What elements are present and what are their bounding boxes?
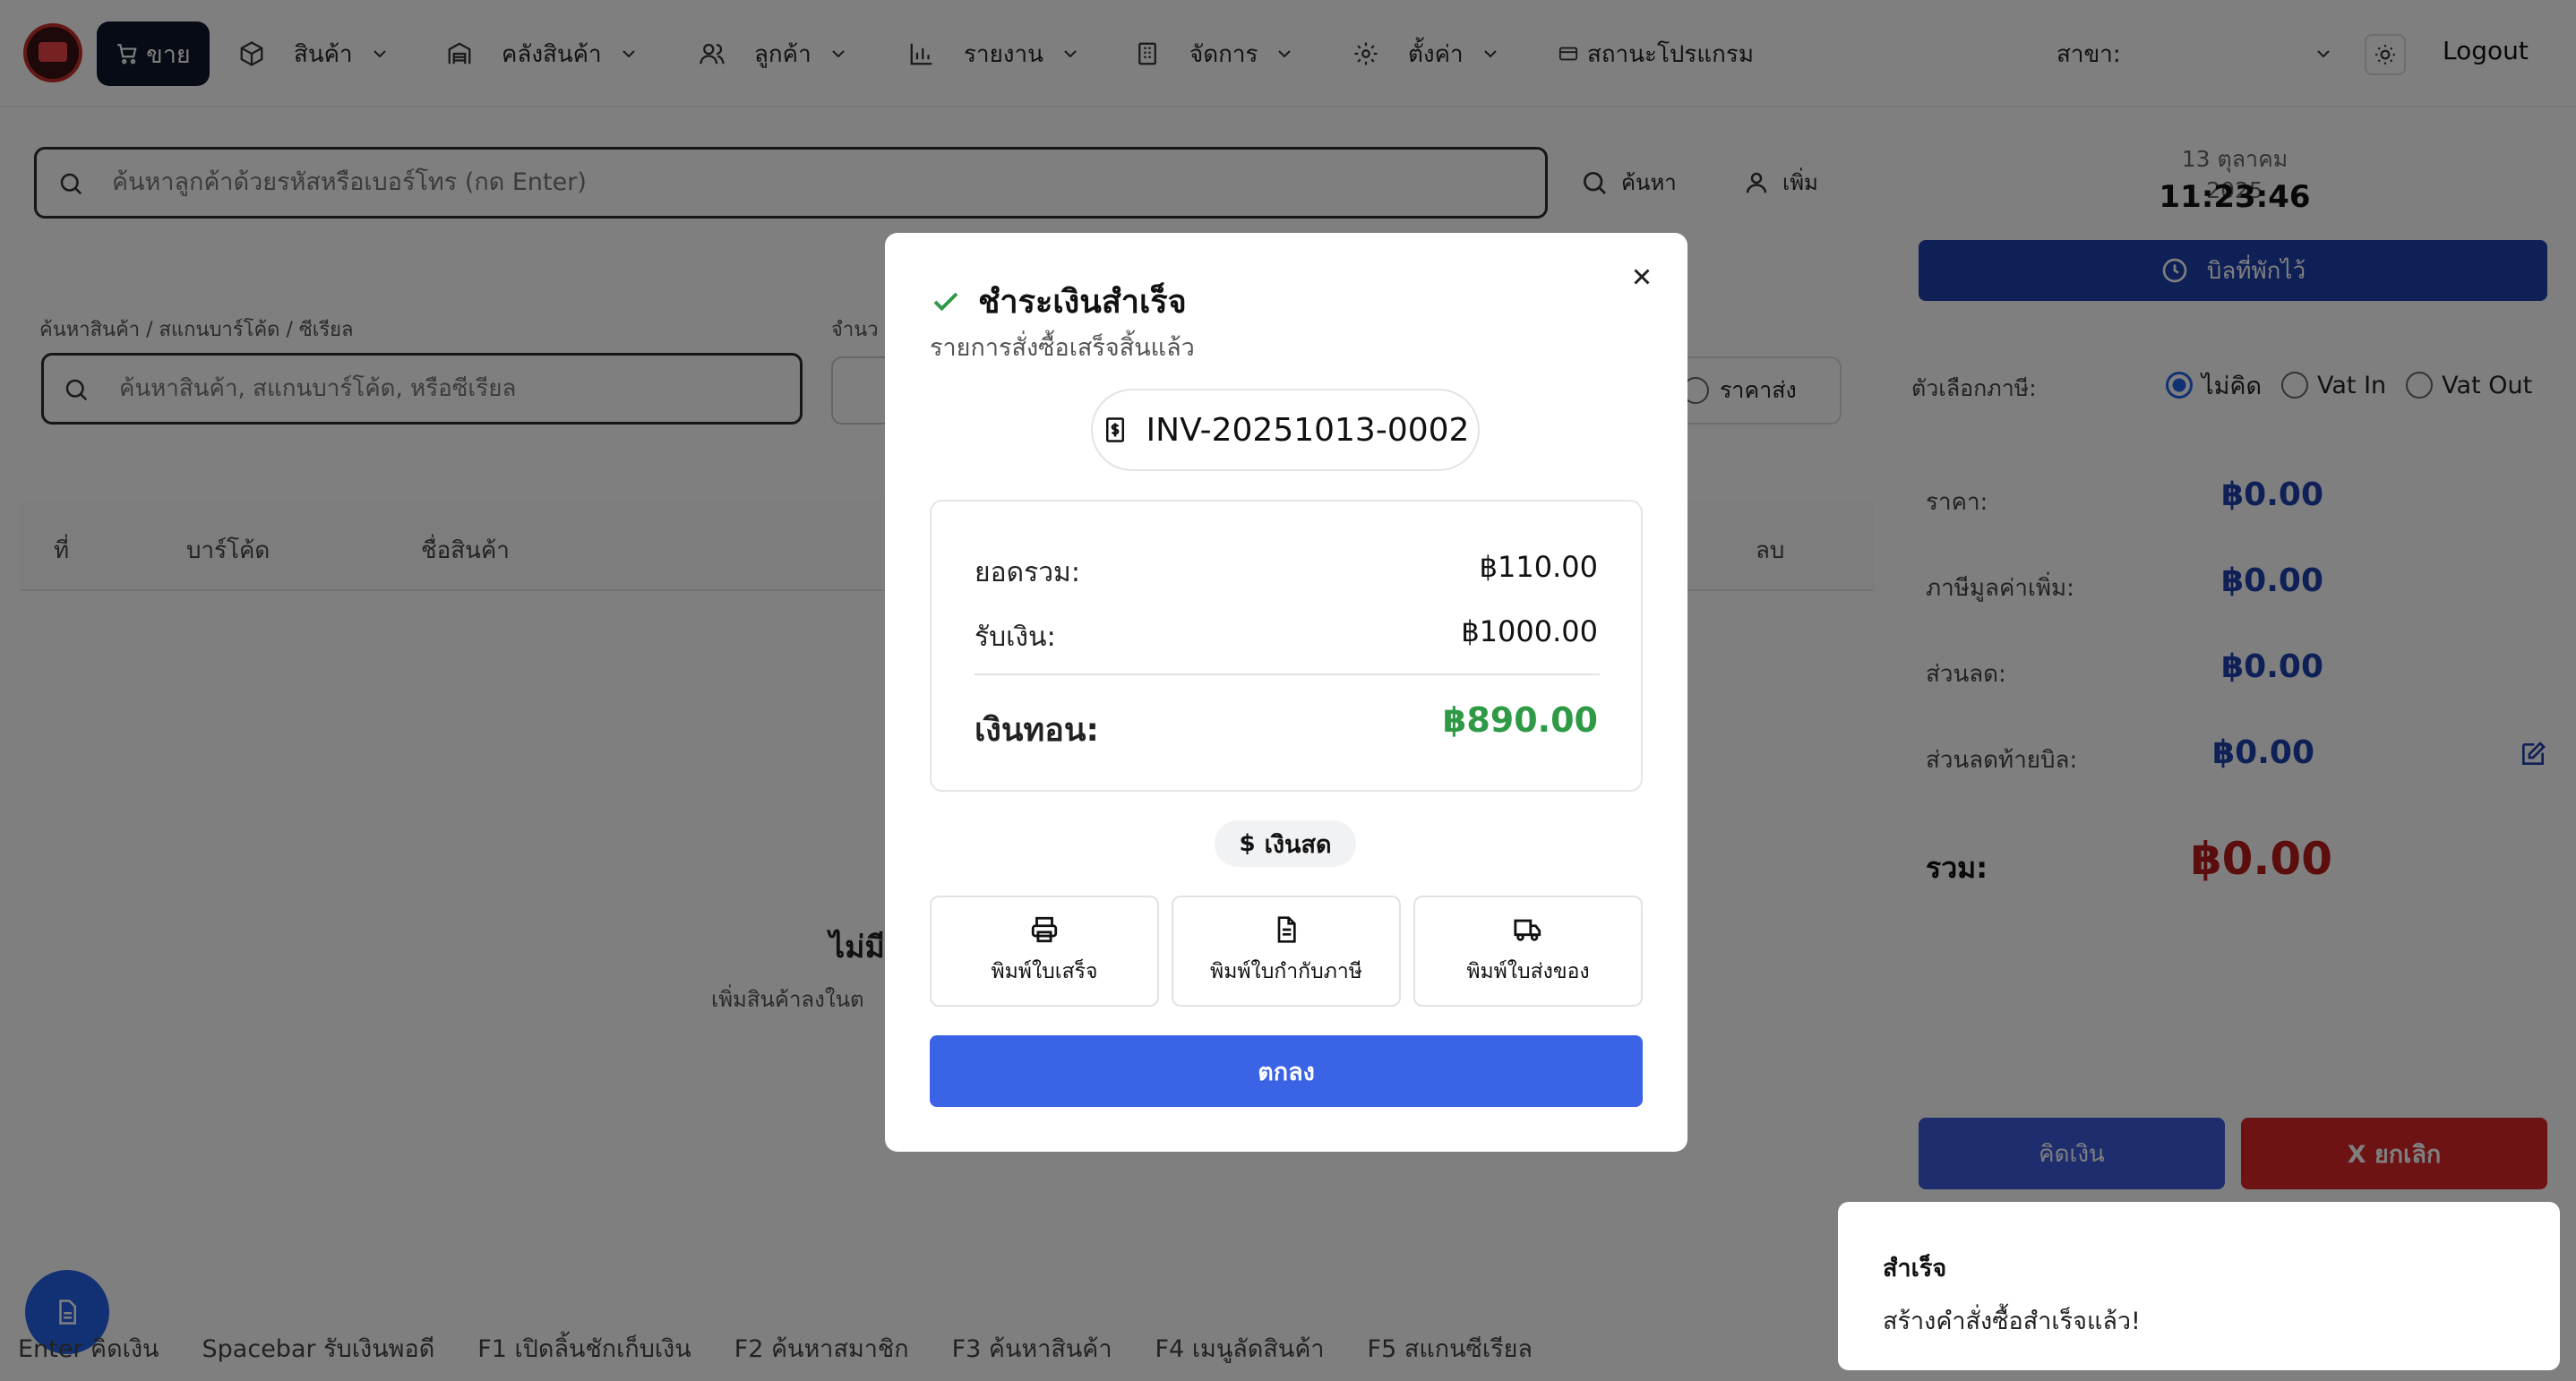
- payment-method-badge: $ เงินสด: [1215, 820, 1356, 867]
- received-label: รับเงิน:: [975, 622, 1056, 653]
- modal-title-text: ชำระเงินสำเร็จ: [978, 284, 1187, 321]
- truck-icon: [1512, 914, 1544, 945]
- change-label: เงินทอน:: [975, 712, 1099, 749]
- success-toast[interactable]: สำเร็จ สร้างคำสั่งซื้อสำเร็จแล้ว!: [1838, 1202, 2560, 1370]
- invoice-number-badge: INV-20251013-0002: [1091, 389, 1480, 471]
- print-receipt-label: พิมพ์ใบเสร็จ: [991, 960, 1098, 983]
- divider: [975, 673, 1600, 675]
- toast-message: สร้างคำสั่งซื้อสำเร็จแล้ว!: [1883, 1308, 2141, 1335]
- print-delivery-label: พิมพ์ใบส่งของ: [1466, 960, 1590, 983]
- print-tax-invoice-button[interactable]: พิมพ์ใบกำกับภาษี: [1172, 896, 1401, 1007]
- received-value: ฿1000.00: [1461, 614, 1598, 648]
- total-label: ยอดรวม:: [975, 557, 1080, 588]
- document-icon: [1272, 914, 1301, 945]
- ok-button[interactable]: ตกลง: [930, 1035, 1643, 1107]
- print-tax-invoice-label: พิมพ์ใบกำกับภาษี: [1210, 960, 1362, 983]
- total-value: ฿110.00: [1479, 550, 1598, 584]
- payment-method-label: เงินสด: [1264, 830, 1332, 859]
- print-receipt-button[interactable]: พิมพ์ใบเสร็จ: [930, 896, 1159, 1007]
- dollar-icon: $: [1239, 830, 1256, 857]
- modal-title: ชำระเงินสำเร็จ: [930, 276, 1187, 327]
- printer-icon: [1029, 914, 1060, 945]
- close-icon[interactable]: [1628, 263, 1655, 290]
- toast-title: สำเร็จ: [1883, 1255, 1947, 1282]
- payment-summary-box: ยอดรวม: ฿110.00 รับเงิน: ฿1000.00 เงินทอ…: [930, 500, 1643, 792]
- modal-subtitle: รายการสั่งซื้อเสร็จสิ้นแล้ว: [930, 334, 1195, 362]
- check-icon: [930, 286, 962, 318]
- change-value: ฿890.00: [1442, 700, 1598, 740]
- print-delivery-note-button[interactable]: พิมพ์ใบส่งของ: [1413, 896, 1643, 1007]
- receipt-icon: [1102, 416, 1129, 444]
- invoice-number: INV-20251013-0002: [1146, 411, 1470, 449]
